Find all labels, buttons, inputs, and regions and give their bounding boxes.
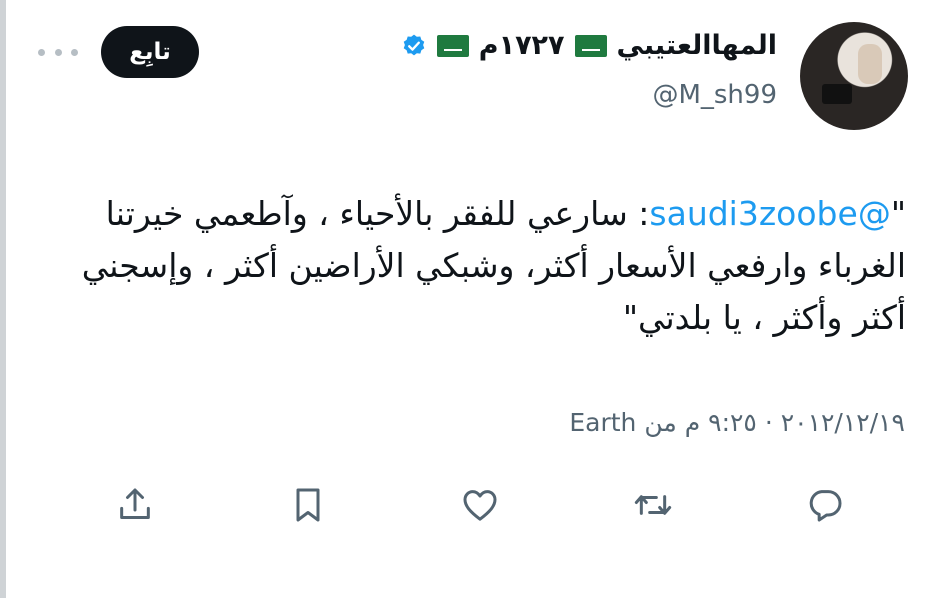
tweet-timestamp[interactable]: ٢٠١٢/١٢/١٩ · ٩:٢٥ م من Earth — [569, 408, 905, 437]
share-icon — [120, 488, 150, 519]
bookmark-button[interactable] — [283, 480, 333, 530]
bookmark-icon — [296, 488, 319, 522]
tweet-text: "@saudi3zoobe: سارعي للفقر بالأحياء ، وآ… — [40, 188, 906, 344]
mention-link[interactable]: @saudi3zoobe — [649, 194, 890, 233]
like-button[interactable] — [455, 480, 505, 530]
more-options-button[interactable] — [38, 42, 78, 62]
avatar[interactable] — [800, 22, 908, 130]
like-icon — [463, 490, 497, 521]
display-name-row[interactable]: المهاالعتيبي ١٧٢٧م — [401, 30, 777, 61]
reply-button[interactable] — [800, 480, 850, 530]
display-name[interactable]: المهاالعتيبي — [617, 30, 777, 61]
dot-icon — [54, 48, 62, 56]
share-button[interactable] — [110, 480, 160, 530]
dot-icon — [71, 48, 78, 56]
dot-icon — [38, 48, 45, 56]
action-bar — [110, 480, 850, 530]
left-border — [0, 0, 6, 598]
avatar-hand — [858, 44, 882, 84]
avatar-phone — [822, 84, 852, 104]
verified-badge-icon — [403, 34, 425, 55]
retweet-button[interactable] — [628, 480, 678, 530]
retweet-icon — [634, 495, 671, 515]
reply-icon — [809, 490, 842, 522]
user-handle[interactable]: @M_sh99 — [652, 80, 777, 110]
saudi-flag-icon — [574, 34, 607, 57]
quote-mark: " — [890, 194, 906, 233]
saudi-flag-icon — [436, 34, 469, 57]
follow-button[interactable]: تابِع — [101, 26, 199, 78]
display-name-suffix: ١٧٢٧م — [478, 30, 565, 61]
